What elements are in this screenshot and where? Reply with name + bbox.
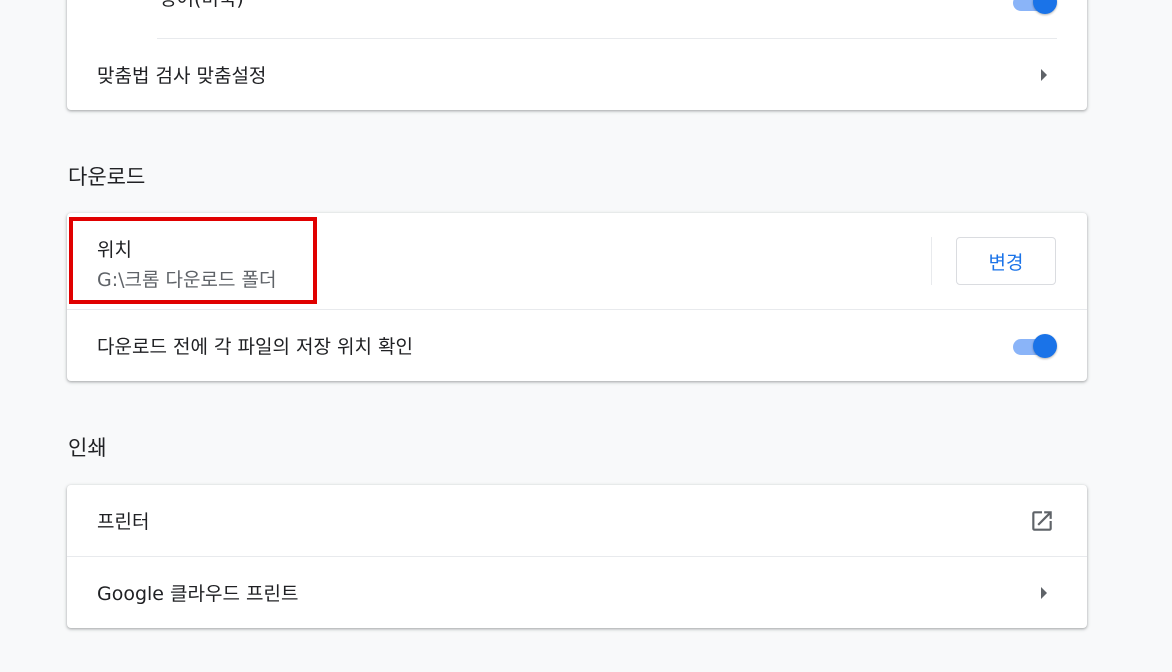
open-in-new-icon bbox=[1032, 511, 1052, 531]
change-location-button[interactable]: 변경 bbox=[956, 237, 1056, 285]
vertical-divider bbox=[931, 237, 932, 285]
language-row: 영어(미국) bbox=[67, 0, 1087, 38]
toggle-knob bbox=[1033, 334, 1057, 358]
printing-card: 프린터 Google 클라우드 프린트 bbox=[67, 485, 1087, 628]
downloads-section-title: 다운로드 bbox=[68, 165, 146, 189]
language-label: 영어(미국) bbox=[159, 0, 244, 11]
language-toggle[interactable] bbox=[1011, 0, 1057, 14]
custom-spellcheck-row[interactable]: 맞춤법 검사 맞춤설정 bbox=[67, 39, 1087, 110]
cloud-print-row[interactable]: Google 클라우드 프린트 bbox=[67, 557, 1087, 628]
printers-row[interactable]: 프린터 bbox=[67, 485, 1087, 556]
cloud-print-label: Google 클라우드 프린트 bbox=[97, 583, 299, 605]
custom-spellcheck-label: 맞춤법 검사 맞춤설정 bbox=[97, 65, 267, 87]
ask-location-row[interactable]: 다운로드 전에 각 파일의 저장 위치 확인 bbox=[67, 310, 1087, 381]
chevron-right-icon bbox=[1041, 69, 1047, 81]
highlight-box bbox=[69, 217, 317, 304]
ask-location-toggle[interactable] bbox=[1011, 332, 1057, 358]
printers-label: 프린터 bbox=[97, 511, 150, 533]
spellcheck-card: 영어(미국) 맞춤법 검사 맞춤설정 bbox=[67, 0, 1087, 110]
printing-section-title: 인쇄 bbox=[68, 436, 107, 460]
downloads-card: 위치 G:\크롬 다운로드 폴더 변경 다운로드 전에 각 파일의 저장 위치 … bbox=[67, 213, 1087, 381]
ask-location-label: 다운로드 전에 각 파일의 저장 위치 확인 bbox=[97, 336, 413, 358]
location-row: 위치 G:\크롬 다운로드 폴더 변경 bbox=[67, 213, 1087, 309]
chevron-right-icon bbox=[1041, 587, 1047, 599]
toggle-knob bbox=[1033, 0, 1057, 14]
